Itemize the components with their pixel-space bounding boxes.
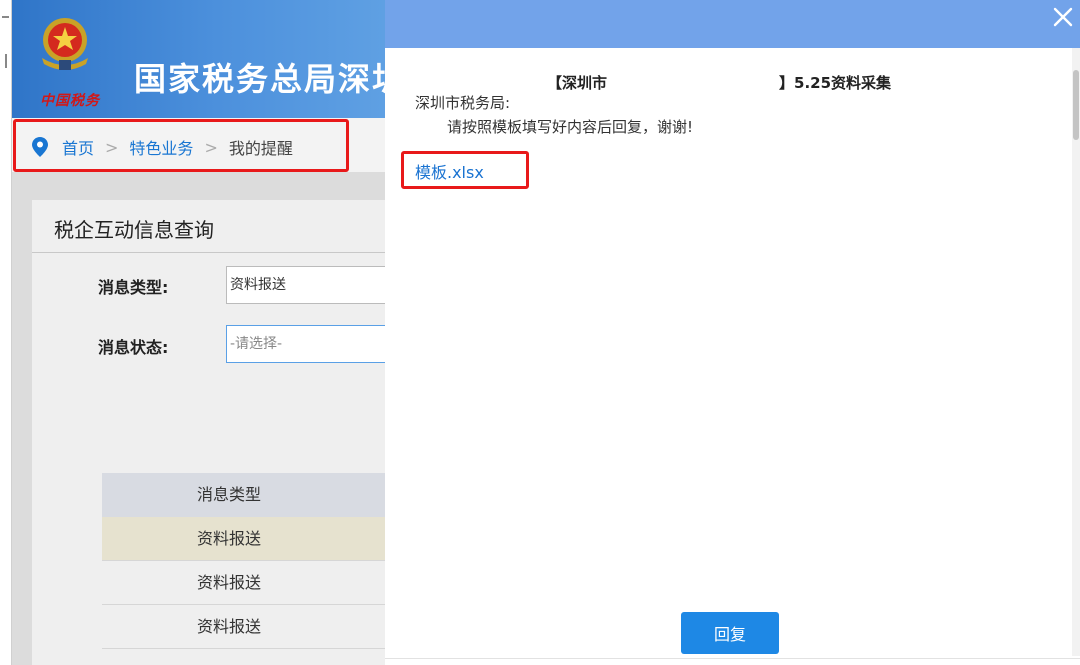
edge-tick — [2, 16, 9, 18]
message-title-prefix: 【深圳市 — [547, 74, 608, 92]
panel-title: 税企互动信息查询 — [54, 218, 214, 242]
table-row[interactable]: 资料报送 — [102, 561, 385, 605]
msg-type-label: 消息类型: — [98, 278, 169, 297]
location-pin-icon — [32, 137, 48, 157]
close-icon[interactable] — [1052, 6, 1074, 28]
tax-emblem-icon — [42, 18, 88, 70]
redacted-region — [607, 74, 779, 88]
message-body: 请按照模板填写好内容后回复，谢谢! — [447, 118, 694, 136]
modal-header — [385, 0, 1080, 48]
breadcrumb-separator: > — [204, 137, 218, 157]
modal-scrollbar[interactable] — [1072, 48, 1080, 656]
breadcrumb-section-link[interactable]: 特色业务 — [129, 135, 193, 159]
breadcrumb: 首页 > 特色业务 > 我的提醒 — [32, 135, 293, 159]
reply-button[interactable]: 回复 — [681, 612, 779, 654]
table-row[interactable]: 资料报送 — [102, 605, 385, 649]
scrollbar-thumb[interactable] — [1073, 70, 1079, 140]
query-panel: 税企互动信息查询 消息类型: 资料报送 消息状态: -请选择- 消息类型 资料报… — [32, 200, 385, 665]
panel-divider — [32, 252, 385, 253]
table-row[interactable]: 资料报送 — [102, 517, 385, 561]
emblem-caption: 中国税务 — [40, 93, 100, 109]
site-banner: 中国税务 国家税务总局深圳 — [12, 0, 385, 118]
background-page: 中国税务 国家税务总局深圳 首页 > 特色业务 > 我的提醒 税企互动信息查询 … — [12, 0, 385, 665]
message-title: 【深圳市 】5.25资料采集 — [547, 72, 891, 93]
attachment-link[interactable]: 模板.xlsx — [415, 159, 484, 183]
breadcrumb-current: 我的提醒 — [228, 139, 293, 158]
message-greeting: 深圳市税务局: — [415, 94, 511, 112]
site-title: 国家税务总局深圳 — [134, 60, 385, 98]
breadcrumb-separator: > — [105, 137, 119, 157]
edge-tick — [5, 54, 7, 68]
message-title-suffix: 】5.25资料采集 — [779, 74, 892, 92]
left-window-edge — [0, 0, 12, 665]
table-header-msg-type: 消息类型 — [102, 473, 385, 517]
msg-type-select[interactable]: 资料报送 — [226, 266, 385, 304]
modal-footer-divider — [385, 658, 1080, 659]
message-modal: 【深圳市 】5.25资料采集 深圳市税务局: 请按照模板填写好内容后回复，谢谢! … — [385, 0, 1080, 665]
msg-status-label: 消息状态: — [98, 338, 169, 357]
msg-status-select[interactable]: -请选择- — [226, 325, 385, 363]
breadcrumb-home-link[interactable]: 首页 — [62, 135, 94, 159]
